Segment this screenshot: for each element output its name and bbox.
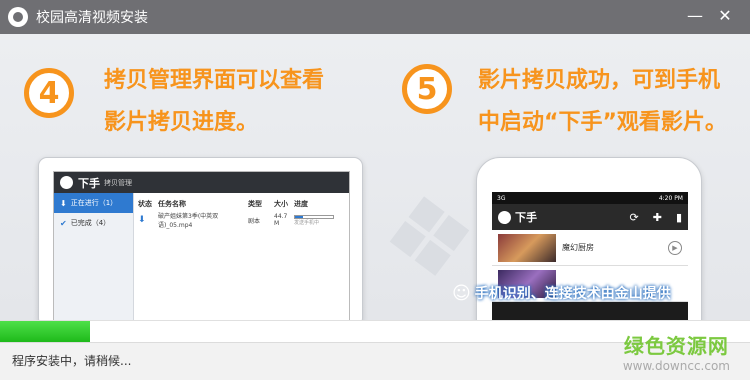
window-title: 校园高清视频安装 (36, 10, 148, 26)
desktop-app-header: 下手 拷贝管理 (54, 172, 349, 193)
step-5-line2: 中启动“下手”观看影片。 (478, 110, 727, 135)
step-4-text: 拷贝管理界面可以查看 影片拷贝进度。 (104, 60, 324, 144)
task-size: 44.7 M (274, 213, 288, 227)
video-title: 魔幻厨房 (562, 243, 594, 252)
install-status-text: 程序安装中，请稍候... (12, 354, 132, 368)
task-name: 破产姐妹第3季(中英双语)_05.mp4 (158, 213, 219, 229)
step-5-text: 影片拷贝成功，可到手机 中启动“下手”观看影片。 (478, 60, 727, 144)
movie-poster-1 (498, 233, 556, 262)
list-item: 魔幻厨房 ▶ (492, 230, 688, 266)
phone-status-bar: 3G 4:20 PM (492, 192, 688, 204)
desktop-app-window: 下手 拷贝管理 ⬇ 正在进行（1） ✔ 已完成（4） 状态 任务名称 类型 大小… (53, 171, 350, 320)
sidebar-item-in-progress: ⬇ 正在进行（1） (54, 193, 133, 213)
sidebar-item-completed: ✔ 已完成（4） (54, 213, 133, 233)
column-size: 大小 (274, 200, 288, 208)
gamepad-icon: ✚ (652, 210, 662, 224)
table-row: ⬇ 破产姐妹第3季(中英双语)_05.mp4 剧本 44.7 M 发送手机中 (138, 211, 345, 229)
trash-icon: ▮ (675, 210, 682, 224)
phone-signal: 3G (497, 194, 506, 202)
download-icon: ⬇ (60, 198, 67, 208)
step-5-line1: 影片拷贝成功，可到手机 (478, 68, 721, 93)
desktop-app-sidebar: ⬇ 正在进行（1） ✔ 已完成（4） (54, 193, 134, 320)
task-progress: 发送手机中 (294, 214, 339, 226)
column-type: 类型 (248, 200, 262, 208)
step-4-line2: 影片拷贝进度。 (104, 110, 259, 135)
install-banner: ✦ ❖ ✦ 4 拷贝管理界面可以查看 影片拷贝进度。 5 影片拷贝成功，可到手机… (0, 34, 750, 320)
phone-app-header: 下手 ⟳ ✚ ▮ (492, 204, 688, 230)
task-progress-note: 发送手机中 (294, 219, 320, 226)
phone-toolbar: ⟳ ✚ ▮ (630, 211, 683, 224)
minimize-button[interactable]: — (686, 8, 704, 24)
phone-app-name: 下手 (515, 211, 537, 224)
desktop-app-subtitle: 拷贝管理 (104, 178, 132, 187)
xiashou-logo-icon (60, 176, 73, 189)
download-arrow-icon: ⬇ (138, 215, 146, 225)
watermark-name: 绿色资源网 (623, 334, 729, 358)
android-icon: ☺ (452, 282, 471, 304)
column-progress: 进度 (294, 200, 308, 208)
close-button[interactable]: ✕ (716, 8, 734, 24)
play-icon: ▶ (668, 240, 682, 255)
app-logo-icon (8, 7, 28, 27)
step-4-badge: 4 (24, 68, 74, 118)
step-5-badge: 5 (402, 64, 452, 114)
sidebar-item-label: 正在进行（1） (70, 199, 118, 207)
step-4-line1: 拷贝管理界面可以查看 (104, 68, 325, 93)
task-progress-bar (294, 214, 334, 219)
task-type: 剧本 (248, 217, 261, 225)
phone-time: 4:20 PM (658, 194, 683, 202)
task-progress-fill (295, 215, 303, 218)
laptop-illustration: 下手 拷贝管理 ⬇ 正在进行（1） ✔ 已完成（4） 状态 任务名称 类型 大小… (38, 157, 363, 320)
site-watermark: 绿色资源网 www.downcc.com (623, 330, 730, 373)
install-progress-fill (0, 321, 90, 343)
tech-note-text: 手机识别、连接技术由金山提供 (474, 286, 671, 302)
window-titlebar: 校园高清视频安装 — ✕ (0, 0, 750, 34)
xiashou-logo-icon (498, 210, 511, 224)
task-table: 状态 任务名称 类型 大小 进度 ⬇ 破产姐妹第3季(中英双语)_05.mp4 … (134, 193, 349, 320)
sidebar-item-label: 已完成（4） (70, 219, 111, 227)
check-icon: ✔ (60, 218, 67, 228)
column-status: 状态 (138, 200, 152, 208)
desktop-app-name: 下手 (78, 176, 100, 190)
desktop-app-body: ⬇ 正在进行（1） ✔ 已完成（4） 状态 任务名称 类型 大小 进度 ⬇ 破产… (54, 193, 349, 320)
tech-note: ☺ 手机识别、连接技术由金山提供 (452, 281, 734, 305)
task-table-header: 状态 任务名称 类型 大小 进度 (138, 197, 345, 211)
column-task-name: 任务名称 (158, 200, 186, 208)
refresh-icon: ⟳ (629, 210, 639, 224)
watermark-url: www.downcc.com (622, 359, 730, 373)
